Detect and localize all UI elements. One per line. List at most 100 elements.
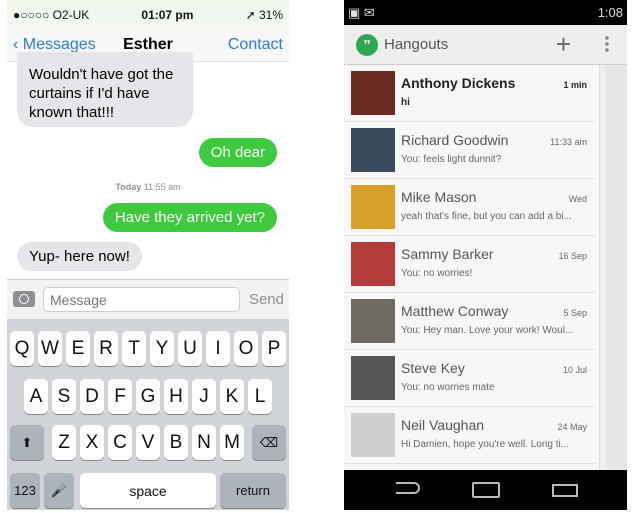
conversation-time: 24 May — [557, 422, 587, 432]
message-thread: Wouldn't have got the curtains if I'd ha… — [7, 52, 289, 279]
message-preview: You: no worries! — [401, 268, 473, 279]
conversation-time: Wed — [568, 194, 587, 204]
camera-icon[interactable] — [13, 291, 35, 307]
key-s[interactable]: S — [52, 379, 76, 414]
carrier: ●○○○○ O2-UK — [13, 8, 90, 22]
clock: 01:07 pm — [141, 8, 194, 22]
message-preview: You: feels light dunnit? — [401, 154, 502, 165]
notification-icons: ▣ ✉ — [348, 4, 375, 20]
key-o[interactable]: O — [234, 331, 258, 366]
message-preview: You: no worries mate — [401, 382, 495, 393]
avatar — [351, 71, 395, 115]
conversation-row[interactable]: Mike Mason Wed yeah that's fine, but you c… — [344, 179, 595, 236]
avatar — [351, 242, 395, 286]
message-preview: hi — [401, 97, 410, 108]
key-z[interactable]: Z — [52, 425, 76, 460]
overflow-menu-icon[interactable] — [605, 35, 609, 53]
conversation-time: 10 Jul — [562, 365, 587, 375]
contact-name: Anthony Dickens — [401, 75, 516, 91]
conversation-row[interactable]: Anthony Dickens 1 min hi — [344, 65, 595, 122]
contact-name: Neil Vaughan — [401, 417, 485, 433]
avatar — [351, 413, 395, 457]
avatar — [351, 185, 395, 229]
contact-name: Mike Mason — [401, 189, 477, 205]
avatar — [351, 299, 395, 343]
conversation-row[interactable]: Neil Vaughan 24 May Hi Damien, hope you're… — [344, 407, 595, 464]
contact-name: Matthew Conway — [401, 303, 509, 319]
key-d[interactable]: D — [80, 379, 104, 414]
conversation-time: 11:33 am — [550, 137, 587, 147]
numbers-key[interactable]: 123 — [10, 473, 40, 508]
new-conversation-button[interactable]: + — [556, 29, 571, 60]
conversation-time: 1 min — [563, 80, 587, 90]
message-bubble-outgoing: Oh dear — [198, 138, 277, 167]
back-nav-icon[interactable] — [396, 482, 420, 494]
conversation-list: Anthony Dickens 1 min hi Richard Goodwin 11:… — [344, 65, 600, 470]
key-f[interactable]: F — [108, 379, 132, 414]
avatar — [351, 128, 395, 172]
space-key[interactable]: space — [80, 473, 216, 508]
contact-name: Sammy Barker — [401, 246, 494, 262]
home-nav-icon[interactable] — [472, 482, 500, 498]
key-j[interactable]: J — [192, 379, 216, 414]
key-r[interactable]: R — [94, 331, 118, 366]
contact-button[interactable]: Contact — [228, 36, 283, 54]
compose-bar: Send — [7, 279, 289, 319]
key-t[interactable]: T — [122, 331, 146, 366]
conversation-row[interactable]: Sammy Barker 16 Sep You: no worries! — [344, 236, 595, 293]
side-panel — [606, 65, 627, 470]
contact-name: Richard Goodwin — [401, 132, 509, 148]
key-q[interactable]: Q — [10, 331, 34, 366]
contact-name: Steve Key — [401, 360, 465, 376]
hangouts-logo-icon: ” — [356, 33, 378, 56]
message-preview: You: Hey man. Love your work! Woul... — [401, 325, 574, 336]
message-bubble-incoming: Wouldn't have got the curtains if I'd ha… — [17, 52, 193, 127]
key-c[interactable]: C — [108, 425, 132, 460]
key-n[interactable]: N — [192, 425, 216, 460]
key-a[interactable]: A — [24, 379, 48, 414]
return-key[interactable]: return — [220, 473, 286, 508]
key-i[interactable]: I — [206, 331, 230, 366]
key-y[interactable]: Y — [150, 331, 174, 366]
conversation-row[interactable]: Richard Goodwin 11:33 am You: feels light … — [344, 122, 595, 179]
key-x[interactable]: X — [80, 425, 104, 460]
avatar — [351, 356, 395, 400]
conversation-time: 16 Sep — [558, 251, 587, 261]
message-input[interactable] — [43, 287, 240, 312]
clock: 1:08 — [597, 5, 623, 20]
ios-messages-screen: ●○○○○ O2-UK 01:07 pm ➚ 31% ‹ Messages Es… — [7, 0, 289, 510]
android-hangouts-screen: ▣ ✉ 1:08 ” Hangouts + Anthony Dickens 1 m… — [344, 0, 627, 510]
key-l[interactable]: L — [248, 379, 272, 414]
microphone-key[interactable]: 🎤 — [44, 473, 74, 508]
send-button[interactable]: Send — [249, 291, 284, 308]
android-nav-bar — [344, 470, 627, 510]
message-bubble-outgoing: Have they arrived yet? — [102, 203, 277, 232]
timestamp: Today 11:55 am — [115, 182, 181, 192]
conversation-row[interactable]: Steve Key 10 Jul You: no worries mate — [344, 350, 595, 407]
message-bubble-incoming: Yup- here now! — [17, 242, 142, 271]
key-v[interactable]: V — [136, 425, 160, 460]
key-b[interactable]: B — [164, 425, 188, 460]
key-p[interactable]: P — [262, 331, 286, 366]
app-title: Hangouts — [384, 36, 449, 53]
key-g[interactable]: G — [136, 379, 160, 414]
key-h[interactable]: H — [164, 379, 188, 414]
status-bar: ●○○○○ O2-UK 01:07 pm ➚ 31% — [7, 0, 289, 30]
key-e[interactable]: E — [66, 331, 90, 366]
back-label: Messages — [22, 36, 96, 53]
key-w[interactable]: W — [38, 331, 62, 366]
shift-key[interactable]: ⬆ — [10, 425, 44, 460]
conversation-row[interactable]: Matthew Conway 5 Sep You: Hey man. Love yo… — [344, 293, 595, 350]
action-bar: ” Hangouts + — [344, 25, 627, 65]
key-k[interactable]: K — [220, 379, 244, 414]
delete-key[interactable]: ⌫ — [252, 425, 286, 460]
android-status-bar: ▣ ✉ 1:08 — [344, 0, 627, 25]
recents-nav-icon[interactable] — [552, 484, 578, 497]
key-u[interactable]: U — [178, 331, 202, 366]
message-preview: Hi Damien, hope you're well. Long ti... — [401, 439, 570, 450]
message-preview: yeah that's fine, but you can add a bi..… — [401, 211, 572, 222]
conversation-time: 5 Sep — [563, 308, 587, 318]
battery: ➚ 31% — [245, 8, 283, 22]
key-m[interactable]: M — [220, 425, 244, 460]
keyboard: Q W E R T Y U I O P A S D F G H J K L ⬆ Z X C V B N M ⌫ 123 🎤 space ret… — [7, 319, 289, 510]
